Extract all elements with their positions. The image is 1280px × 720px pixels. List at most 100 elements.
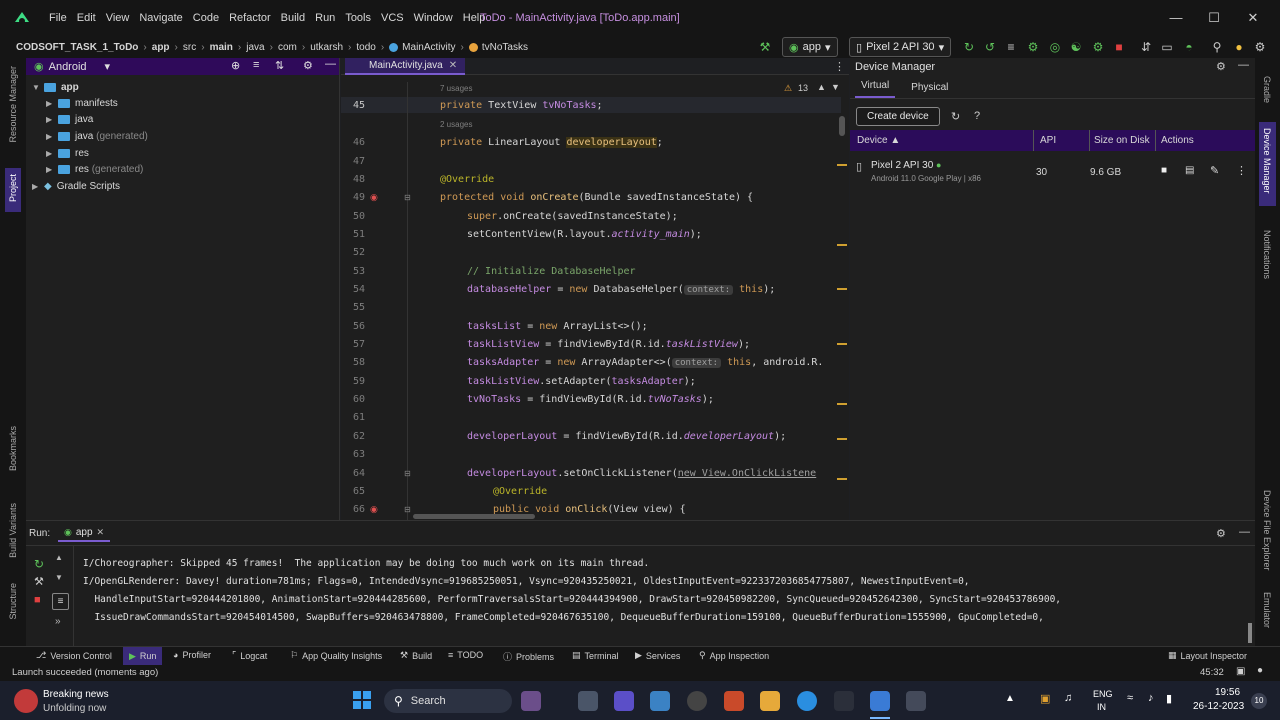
code-line-49[interactable]: protected void onCreate(Bundle savedInst…: [440, 192, 753, 203]
column-api[interactable]: API: [1040, 135, 1056, 146]
maximize-icon[interactable]: ☐: [1204, 10, 1224, 26]
tool-todo[interactable]: ≡ TODO: [448, 650, 483, 660]
breadcrumb-java[interactable]: java: [246, 42, 264, 53]
tool-layout-inspector[interactable]: ▦ Layout Inspector: [1168, 650, 1247, 661]
stop-icon[interactable]: ■: [1110, 38, 1128, 56]
tree-item-res[interactable]: ▶ res: [46, 145, 89, 162]
menu-edit[interactable]: Edit: [72, 12, 101, 24]
refresh-icon[interactable]: ↻: [951, 110, 960, 123]
more-actions-icon[interactable]: »: [55, 616, 61, 627]
menu-tools[interactable]: Tools: [340, 12, 376, 24]
build-variants-tab[interactable]: Build Variants: [8, 503, 18, 558]
memory-icon[interactable]: ●: [1257, 665, 1263, 676]
column-device[interactable]: Device ▲: [857, 135, 900, 146]
more-tabs-icon[interactable]: ⋮: [834, 60, 845, 73]
warning-marker[interactable]: [837, 403, 847, 405]
wifi-icon[interactable]: ≈: [1127, 692, 1133, 704]
app-icon[interactable]: [906, 691, 926, 711]
warning-marker[interactable]: [837, 164, 847, 166]
notifications-tab[interactable]: Notifications: [1262, 230, 1272, 279]
code-line-46[interactable]: private LinearLayout developerLayout;: [440, 137, 663, 148]
sync-icon[interactable]: ⇵: [1137, 38, 1155, 56]
chevron-up-icon[interactable]: ▲: [817, 82, 826, 92]
device-manager-tab[interactable]: Device Manager: [1262, 128, 1272, 194]
warning-icon[interactable]: ⚠: [784, 83, 792, 94]
tool-run[interactable]: ▶ Run: [123, 647, 163, 665]
close-icon[interactable]: ✕: [1243, 10, 1263, 26]
breadcrumb-com[interactable]: com: [278, 42, 297, 53]
widgets-app-icon[interactable]: [521, 691, 541, 711]
breadcrumb-mainactivity[interactable]: MainActivity: [389, 42, 456, 53]
resource-manager-tab[interactable]: Resource Manager: [8, 66, 18, 143]
breadcrumb-project[interactable]: CODSOFT_TASK_1_ToDo: [16, 42, 138, 53]
file-manager-app-icon[interactable]: [650, 691, 670, 711]
hammer-icon[interactable]: ⚒: [756, 38, 774, 56]
menu-build[interactable]: Build: [276, 12, 310, 24]
breadcrumb-app[interactable]: app: [152, 42, 170, 53]
close-tab-icon[interactable]: ✕: [449, 60, 457, 71]
clock-time[interactable]: 19:56: [1215, 687, 1240, 698]
menu-view[interactable]: View: [101, 12, 135, 24]
emulator-tab[interactable]: Emulator: [1262, 592, 1272, 628]
override-marker-icon[interactable]: ◉: [370, 504, 378, 515]
column-size[interactable]: Size on Disk: [1094, 135, 1150, 146]
list-icon[interactable]: ≡: [1002, 38, 1020, 56]
locate-icon[interactable]: ⊕: [231, 59, 240, 72]
structure-tab[interactable]: Structure: [8, 583, 18, 620]
chevron-down-icon[interactable]: ▾: [105, 60, 111, 73]
chevron-down-icon[interactable]: ▼: [831, 82, 840, 92]
tray-app-icon[interactable]: ▣: [1040, 692, 1050, 705]
code-line-59[interactable]: taskListView.setAdapter(tasksAdapter);: [467, 376, 696, 387]
code-line-45[interactable]: private TextView tvNoTasks;: [440, 100, 603, 111]
battery-icon[interactable]: ▮: [1166, 692, 1172, 705]
code-line-48[interactable]: @Override: [440, 174, 494, 185]
tool-terminal[interactable]: ▤ Terminal: [572, 650, 619, 661]
help-icon[interactable]: ?: [974, 110, 980, 122]
rerun-icon[interactable]: ↻: [34, 557, 44, 571]
fold-icon[interactable]: ⊟: [404, 469, 411, 478]
tree-item-gradle-scripts[interactable]: ▶ ◆ Gradle Scripts: [32, 178, 120, 195]
microphone-icon[interactable]: ♫: [1064, 692, 1072, 704]
rerun-icon[interactable]: ↻: [960, 38, 978, 56]
android-studio-app-icon[interactable]: [870, 691, 890, 711]
code-line-57[interactable]: taskListView = findViewById(R.id.taskLis…: [467, 339, 750, 350]
more-icon[interactable]: ⋮: [1236, 164, 1247, 177]
gear-icon[interactable]: ⚙: [303, 59, 313, 72]
tool-version-control[interactable]: ⎇ Version Control: [36, 650, 112, 661]
close-tab-icon[interactable]: ✕: [97, 527, 105, 538]
notification-badge[interactable]: 10: [1251, 693, 1267, 709]
news-widget-icon[interactable]: [14, 689, 38, 713]
fold-icon[interactable]: ⊟: [404, 505, 411, 514]
code-line-53[interactable]: // Initialize DatabaseHelper: [467, 266, 636, 277]
scroll-down-icon[interactable]: ▼: [55, 573, 63, 582]
breadcrumb-field[interactable]: tvNoTasks: [468, 42, 528, 53]
hide-panel-icon[interactable]: —: [1238, 59, 1249, 71]
project-tab[interactable]: Project: [8, 174, 18, 202]
code-line-50[interactable]: super.onCreate(savedInstanceState);: [467, 211, 678, 222]
device-mirror-icon[interactable]: ▭: [1158, 38, 1176, 56]
warning-marker[interactable]: [837, 438, 847, 440]
device-row[interactable]: ▯ Pixel 2 API 30 ● Android 11.0 Google P…: [850, 154, 1255, 188]
tree-item-manifests[interactable]: ▶ manifests: [46, 95, 118, 112]
menu-vcs[interactable]: VCS: [376, 12, 409, 24]
tool-problems[interactable]: ⓘ Problems: [503, 650, 554, 663]
vertical-scrollbar-thumb[interactable]: [839, 116, 845, 136]
tool-logcat[interactable]: ⌜ Logcat: [232, 650, 267, 661]
clock-date[interactable]: 26-12-2023: [1193, 701, 1244, 712]
windows-start-icon[interactable]: [352, 690, 372, 710]
horizontal-scrollbar-thumb[interactable]: [413, 514, 535, 519]
wrench-icon[interactable]: ⚒: [34, 575, 44, 588]
folder-app-icon[interactable]: [760, 691, 780, 711]
edit-icon[interactable]: ✎: [1210, 164, 1219, 177]
breadcrumb-main[interactable]: main: [210, 42, 233, 53]
sdk-manager-icon[interactable]: ◓: [1180, 38, 1198, 56]
tool-build[interactable]: ⚒ Build: [400, 650, 432, 661]
apply-changes-icon[interactable]: ↺: [981, 38, 999, 56]
minimize-icon[interactable]: —: [1166, 10, 1186, 25]
settings-icon[interactable]: ⚙: [1251, 38, 1269, 56]
caret-position[interactable]: 45:32: [1200, 667, 1224, 678]
chevron-up-icon[interactable]: ▲: [1005, 693, 1015, 704]
run-tab-app[interactable]: ◉ app ✕: [58, 525, 111, 542]
stop-icon[interactable]: ■: [34, 594, 41, 606]
code-line-64[interactable]: developerLayout.setOnClickListener(new V…: [467, 468, 816, 479]
